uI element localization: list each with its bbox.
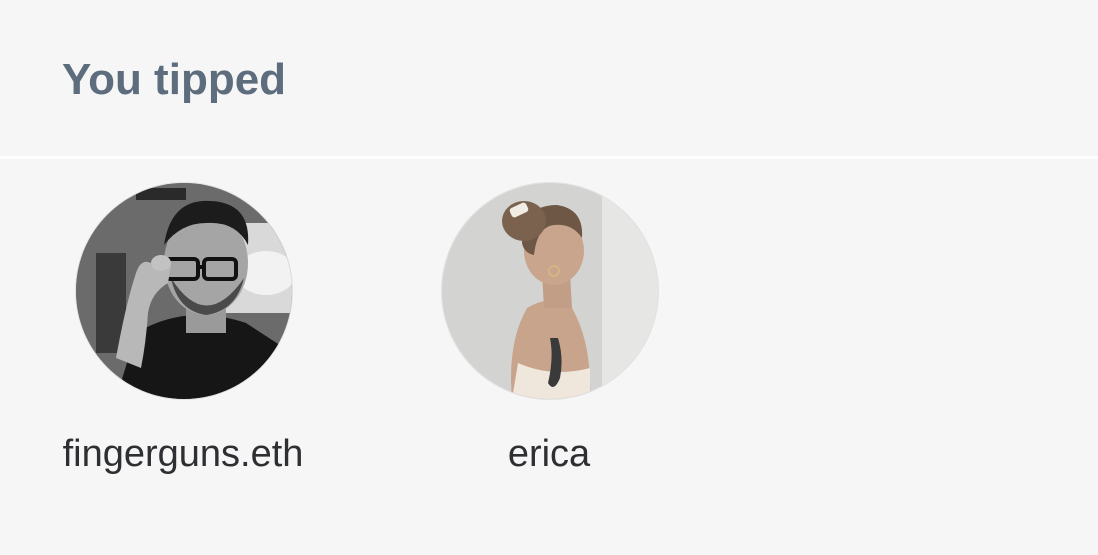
- section-header: You tipped: [0, 0, 1098, 156]
- avatar-image: [442, 183, 658, 399]
- tipped-user-item[interactable]: erica: [399, 183, 699, 483]
- tipped-users-list: fingerguns.eth erica: [0, 159, 1098, 555]
- avatar[interactable]: [442, 183, 658, 399]
- avatar[interactable]: [76, 183, 292, 399]
- section-title: You tipped: [62, 55, 287, 104]
- username[interactable]: erica: [399, 431, 699, 477]
- tipped-user-item[interactable]: fingerguns.eth: [33, 183, 333, 483]
- username[interactable]: fingerguns.eth: [33, 431, 333, 477]
- avatar-image: [76, 183, 292, 399]
- you-tipped-screen: You tipped fingerguns.eth erica: [0, 0, 1098, 555]
